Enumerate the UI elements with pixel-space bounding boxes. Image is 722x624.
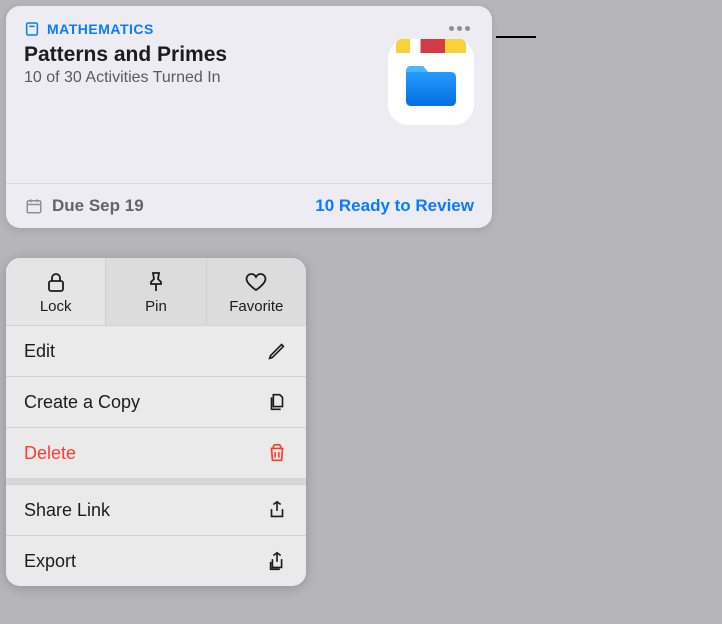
more-button[interactable] [443,20,476,37]
favorite-button[interactable]: Favorite [207,258,306,325]
lock-icon [46,271,66,293]
menu-item-delete[interactable]: Delete [6,427,306,478]
share-icon [266,499,288,521]
favorite-label: Favorite [229,298,283,315]
copy-icon [266,391,288,413]
menu-item-label: Delete [24,443,76,464]
folder-icon [402,57,460,115]
menu-item-create-copy[interactable]: Create a Copy [6,376,306,427]
context-menu: Lock Pin Favorite Edit Creat [6,258,306,586]
lock-button[interactable]: Lock [6,258,106,325]
pin-label: Pin [145,298,167,315]
menu-item-label: Edit [24,341,55,362]
lock-label: Lock [40,298,72,315]
category-label: MATHEMATICS [47,21,154,37]
card-header: MATHEMATICS [6,6,492,41]
activity-thumbnail [388,39,474,125]
due-date-label: Due Sep 19 [52,196,144,216]
calendar-icon [24,197,44,215]
ready-to-review-link[interactable]: 10 Ready to Review [315,196,474,216]
menu-item-edit[interactable]: Edit [6,325,306,376]
card-body: Patterns and Primes 10 of 30 Activities … [6,41,492,183]
card-subtitle: 10 of 30 Activities Turned In [24,69,388,87]
menu-item-label: Create a Copy [24,392,140,413]
pencil-icon [266,340,288,362]
callout-line [496,36,536,38]
menu-item-export[interactable]: Export [6,535,306,586]
menu-item-share-link[interactable]: Share Link [6,484,306,535]
pin-icon [146,271,166,293]
card-footer: Due Sep 19 10 Ready to Review [6,183,492,228]
category-icon [24,21,40,37]
assessment-card: MATHEMATICS Patterns and Primes 10 of 30… [6,6,492,228]
menu-item-label: Export [24,551,76,572]
context-menu-top-row: Lock Pin Favorite [6,258,306,325]
card-title: Patterns and Primes [24,43,388,67]
trash-icon [266,442,288,464]
export-icon [266,550,288,572]
menu-item-label: Share Link [24,500,110,521]
thumbnail-decoration [396,39,466,53]
heart-icon [244,271,268,293]
card-text: Patterns and Primes 10 of 30 Activities … [24,43,388,183]
pin-button[interactable]: Pin [106,258,206,325]
